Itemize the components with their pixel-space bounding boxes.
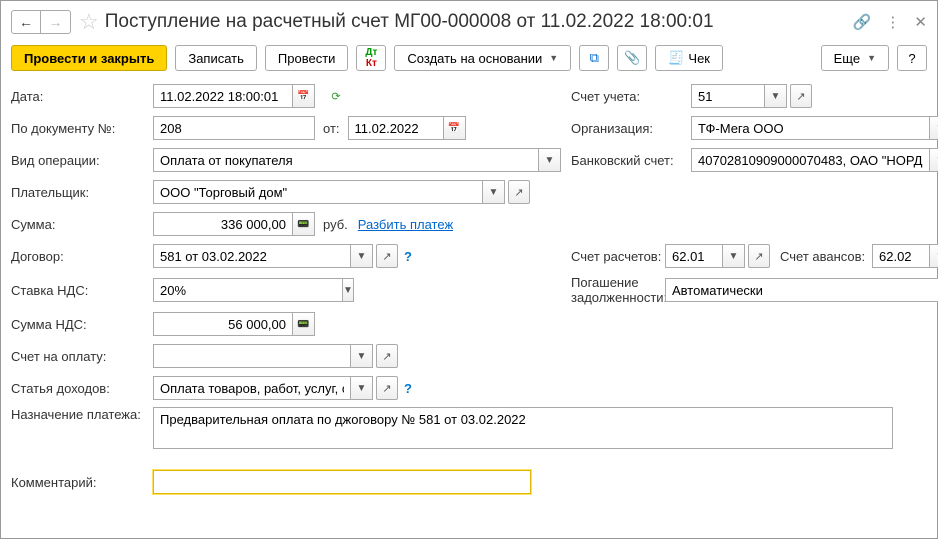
contract-input[interactable] <box>153 244 351 268</box>
payer-open-icon[interactable]: ↗ <box>508 180 530 204</box>
refresh-icon[interactable]: ⟳ <box>325 84 347 108</box>
window-title: Поступление на расчетный счет МГ00-00000… <box>105 11 853 33</box>
label-vatsum: Сумма НДС: <box>11 317 153 332</box>
structure-button[interactable]: ⧉ <box>579 45 609 71</box>
label-settleacc: Счет расчетов: <box>571 249 665 264</box>
incomeitem-open-icon[interactable]: ↗ <box>376 376 398 400</box>
bankacc-input[interactable] <box>691 148 930 172</box>
invoice-open-icon[interactable]: ↗ <box>376 344 398 368</box>
docno-input[interactable] <box>153 116 315 140</box>
advanceacc-dropdown-icon[interactable]: ▼ <box>930 244 938 268</box>
bankacc-dropdown-icon[interactable]: ▼ <box>930 148 938 172</box>
post-button[interactable]: Провести <box>265 45 349 71</box>
vatrate-dropdown-icon[interactable]: ▼ <box>343 278 354 302</box>
favorite-star-icon[interactable]: ☆ <box>79 9 99 35</box>
sum-calc-icon[interactable]: 📟 <box>293 212 315 236</box>
debtrepay-input[interactable] <box>665 278 938 302</box>
create-based-on-button[interactable]: Создать на основании▼ <box>394 45 571 71</box>
label-invoice: Счет на оплату: <box>11 349 153 364</box>
date-input[interactable] <box>153 84 293 108</box>
contract-dropdown-icon[interactable]: ▼ <box>351 244 373 268</box>
account-input[interactable] <box>691 84 765 108</box>
vatsum-calc-icon[interactable]: 📟 <box>293 312 315 336</box>
label-contract: Договор: <box>11 249 153 264</box>
settleacc-open-icon[interactable]: ↗ <box>748 244 770 268</box>
incomeitem-help-icon[interactable]: ? <box>404 381 412 396</box>
label-advanceacc: Счет авансов: <box>780 249 872 264</box>
optype-input[interactable] <box>153 148 539 172</box>
more-button[interactable]: Еще▼ <box>821 45 889 71</box>
label-comment: Комментарий: <box>11 475 153 490</box>
invoice-input[interactable] <box>153 344 351 368</box>
close-icon[interactable]: ✕ <box>914 13 927 31</box>
dtkt-button[interactable]: ДтКт <box>356 45 386 71</box>
nav-back-button[interactable]: ← <box>11 10 41 34</box>
form-body: Дата: 📅 ⟳ Счет учета: ▼ ↗ По документу №… <box>11 83 927 501</box>
vatsum-input[interactable] <box>153 312 293 336</box>
label-sum: Сумма: <box>11 217 153 232</box>
org-dropdown-icon[interactable]: ▼ <box>930 116 938 140</box>
label-debtrepay: Погашение задолженности: <box>571 275 665 305</box>
payer-dropdown-icon[interactable]: ▼ <box>483 180 505 204</box>
sum-input[interactable] <box>153 212 293 236</box>
toolbar: Провести и закрыть Записать Провести ДтК… <box>11 45 927 71</box>
payer-input[interactable] <box>153 180 483 204</box>
docdate-input[interactable] <box>348 116 444 140</box>
account-open-icon[interactable]: ↗ <box>790 84 812 108</box>
invoice-dropdown-icon[interactable]: ▼ <box>351 344 373 368</box>
calendar-icon[interactable]: 📅 <box>293 84 315 108</box>
label-docno: По документу №: <box>11 121 153 136</box>
help-button[interactable]: ? <box>897 45 927 71</box>
advanceacc-input[interactable] <box>872 244 930 268</box>
docdate-calendar-icon[interactable]: 📅 <box>444 116 466 140</box>
account-dropdown-icon[interactable]: ▼ <box>765 84 787 108</box>
split-payment-link[interactable]: Разбить платеж <box>358 217 453 232</box>
label-purpose: Назначение платежа: <box>11 407 153 422</box>
contract-open-icon[interactable]: ↗ <box>376 244 398 268</box>
label-bankacc: Банковский счет: <box>571 153 691 168</box>
currency-label: руб. <box>323 217 348 232</box>
nav-forward-button[interactable]: → <box>41 10 71 34</box>
incomeitem-input[interactable] <box>153 376 351 400</box>
label-optype: Вид операции: <box>11 153 153 168</box>
settleacc-input[interactable] <box>665 244 723 268</box>
label-incomeitem: Статья доходов: <box>11 381 153 396</box>
org-input[interactable] <box>691 116 930 140</box>
link-icon[interactable]: 🔗 <box>853 13 872 31</box>
document-window: ← → ☆ Поступление на расчетный счет МГ00… <box>0 0 938 539</box>
kebab-menu-icon[interactable]: ⋮ <box>885 13 900 31</box>
label-payer: Плательщик: <box>11 185 153 200</box>
vatrate-input[interactable] <box>153 278 343 302</box>
check-button[interactable]: 🧾 Чек <box>655 45 723 71</box>
contract-help-icon[interactable]: ? <box>404 249 412 264</box>
label-org: Организация: <box>571 121 691 136</box>
purpose-textarea[interactable]: Предварительная оплата по джоговору № 58… <box>153 407 893 449</box>
post-and-close-button[interactable]: Провести и закрыть <box>11 45 167 71</box>
attachment-button[interactable]: 📎 <box>617 45 647 71</box>
label-date: Дата: <box>11 89 153 104</box>
incomeitem-dropdown-icon[interactable]: ▼ <box>351 376 373 400</box>
comment-input[interactable] <box>153 470 531 494</box>
save-button[interactable]: Записать <box>175 45 257 71</box>
label-vatrate: Ставка НДС: <box>11 283 153 298</box>
label-from: от: <box>323 121 340 136</box>
label-account: Счет учета: <box>571 89 691 104</box>
titlebar: ← → ☆ Поступление на расчетный счет МГ00… <box>11 7 927 37</box>
optype-dropdown-icon[interactable]: ▼ <box>539 148 561 172</box>
settleacc-dropdown-icon[interactable]: ▼ <box>723 244 745 268</box>
